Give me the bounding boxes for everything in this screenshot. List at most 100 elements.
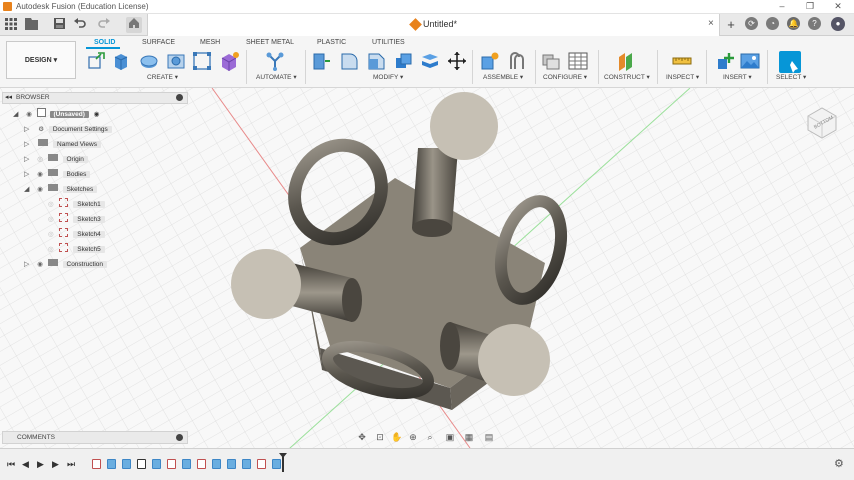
visibility-eye-icon[interactable]: ◉ — [26, 111, 32, 118]
create-form-icon[interactable] — [219, 51, 239, 71]
timeline-sketch-feature[interactable] — [257, 459, 266, 469]
combine-icon[interactable] — [420, 51, 440, 71]
tab-plastic[interactable]: PLASTIC — [317, 38, 346, 47]
expand-triangle-icon[interactable]: ▷ — [24, 171, 29, 178]
help-icon[interactable]: ? — [808, 17, 821, 30]
hidden-eye-icon[interactable]: ◎ — [37, 156, 43, 163]
revolve-icon[interactable] — [139, 51, 159, 71]
plus-icon[interactable]: + — [723, 17, 739, 33]
tree-node-root[interactable]: ◢ ◉ (Unsaved) ◉ — [13, 108, 99, 121]
viewports-icon[interactable]: ▤ — [483, 431, 495, 443]
previous-icon[interactable]: ◀ — [22, 458, 29, 470]
timeline-move-feature[interactable] — [137, 459, 146, 469]
create-menu[interactable]: CREATE ▾ — [147, 74, 178, 82]
redo-icon[interactable] — [96, 17, 112, 33]
tree-node-bodies[interactable]: ▷ ◉ Bodies — [24, 168, 91, 181]
fillet-icon[interactable] — [339, 51, 359, 71]
orbit-icon[interactable]: ✥ — [356, 431, 368, 443]
zoom-icon[interactable]: ⊕ — [407, 431, 419, 443]
tab-solid[interactable]: SOLID — [94, 38, 115, 47]
expand-triangle-icon[interactable]: ▷ — [24, 141, 29, 148]
construct-menu[interactable]: CONSTRUCT ▾ — [604, 74, 650, 82]
play-icon[interactable]: ▶ — [37, 458, 44, 470]
new-component-icon[interactable] — [480, 51, 500, 71]
tree-node-named-views[interactable]: ▷ Named Views — [24, 138, 101, 151]
online-status-icon[interactable]: ◔ — [766, 17, 779, 30]
document-tab[interactable]: Untitled* × — [147, 14, 720, 36]
timeline-feature[interactable] — [272, 459, 281, 469]
zoom-window-icon[interactable]: ⌕ — [424, 431, 436, 443]
insert-menu[interactable]: INSERT ▾ — [723, 74, 752, 82]
canvas-viewport[interactable] — [0, 88, 854, 448]
tab-sheet-metal[interactable]: SHEET METAL — [246, 38, 294, 47]
collapse-triangle-icon[interactable]: ◢ — [13, 111, 18, 118]
timeline-feature[interactable] — [122, 459, 131, 469]
timeline-feature[interactable] — [212, 459, 221, 469]
pan-icon[interactable]: ✋ — [391, 431, 403, 443]
create-sketch-icon[interactable] — [86, 51, 106, 71]
tree-node-sketches[interactable]: ◢ ◉ Sketches — [24, 183, 98, 196]
expand-triangle-icon[interactable]: ▷ — [24, 126, 29, 133]
expand-triangle-icon[interactable]: ▷ — [24, 261, 29, 268]
collapse-browser-icon[interactable]: ◂◂ — [5, 93, 12, 101]
timeline-sketch-feature[interactable] — [92, 459, 101, 469]
tree-node-sketch1[interactable]: ◎ Sketch1 — [48, 198, 105, 211]
offset-plane-icon[interactable] — [616, 51, 636, 71]
view-cube[interactable]: BOTTOM — [800, 100, 844, 149]
inspect-menu[interactable]: INSPECT ▾ — [666, 74, 699, 82]
first-icon[interactable]: ⏮ — [7, 458, 15, 470]
visibility-eye-icon[interactable]: ◉ — [37, 186, 43, 193]
tree-node-sketch3[interactable]: ◎ Sketch3 — [48, 213, 105, 226]
tree-node-sketch4[interactable]: ◎ Sketch4 — [48, 228, 105, 241]
apps-grid-icon[interactable] — [3, 17, 19, 33]
hidden-eye-icon[interactable]: ◎ — [48, 246, 54, 253]
comments-options-icon[interactable] — [176, 434, 183, 441]
close-window-button[interactable]: ✕ — [824, 0, 852, 14]
configuration-table-icon[interactable] — [568, 51, 588, 71]
move-copy-icon[interactable] — [447, 51, 467, 71]
file-icon[interactable] — [24, 17, 40, 33]
look-at-icon[interactable]: ⊡ — [374, 431, 386, 443]
extrude-icon[interactable] — [111, 51, 131, 71]
notifications-icon[interactable]: 🔔 — [787, 17, 800, 30]
tab-mesh[interactable]: MESH — [200, 38, 220, 47]
collapse-triangle-icon[interactable]: ◢ — [24, 186, 29, 193]
configure-icon[interactable] — [541, 51, 561, 71]
timeline-feature[interactable] — [242, 459, 251, 469]
job-status-icon[interactable]: ⟳ — [745, 17, 758, 30]
insert-derive-icon[interactable] — [715, 51, 735, 71]
timeline-marker-handle[interactable] — [279, 453, 287, 458]
settings-gear-icon[interactable]: ⚙ — [834, 457, 844, 470]
measure-icon[interactable] — [672, 51, 692, 71]
visibility-eye-icon[interactable]: ◉ — [37, 261, 43, 268]
save-icon[interactable] — [51, 17, 67, 33]
timeline-feature[interactable] — [152, 459, 161, 469]
hidden-eye-icon[interactable]: ◎ — [48, 216, 54, 223]
display-settings-icon[interactable]: ▣ — [444, 431, 456, 443]
chamfer-icon[interactable] — [366, 51, 386, 71]
hidden-eye-icon[interactable]: ◎ — [48, 231, 54, 238]
close-tab-button[interactable]: × — [708, 18, 714, 29]
shell-icon[interactable] — [393, 51, 413, 71]
pattern-icon[interactable] — [192, 51, 212, 71]
timeline-feature[interactable] — [227, 459, 236, 469]
joint-icon[interactable] — [507, 51, 527, 71]
hole-icon[interactable] — [166, 51, 186, 71]
select-icon[interactable] — [779, 51, 801, 73]
modify-menu[interactable]: MODIFY ▾ — [373, 74, 403, 82]
workspace-switcher-button[interactable]: DESIGN ▾ — [6, 41, 76, 79]
timeline-feature[interactable] — [107, 459, 116, 469]
next-icon[interactable]: ▶ — [52, 458, 59, 470]
insert-image-icon[interactable] — [740, 51, 760, 71]
last-icon[interactable]: ⏭ — [67, 458, 75, 470]
browser-options-icon[interactable] — [176, 94, 183, 101]
hidden-eye-icon[interactable]: ◎ — [48, 201, 54, 208]
timeline-feature[interactable] — [182, 459, 191, 469]
press-pull-icon[interactable] — [311, 51, 331, 71]
visibility-eye-icon[interactable]: ◉ — [37, 171, 43, 178]
minimize-button[interactable]: – — [768, 0, 796, 14]
tab-surface[interactable]: SURFACE — [142, 38, 175, 47]
tab-utilities[interactable]: UTILITIES — [372, 38, 405, 47]
tree-node-sketch5[interactable]: ◎ Sketch5 — [48, 243, 105, 256]
maximize-button[interactable]: ❐ — [796, 0, 824, 14]
